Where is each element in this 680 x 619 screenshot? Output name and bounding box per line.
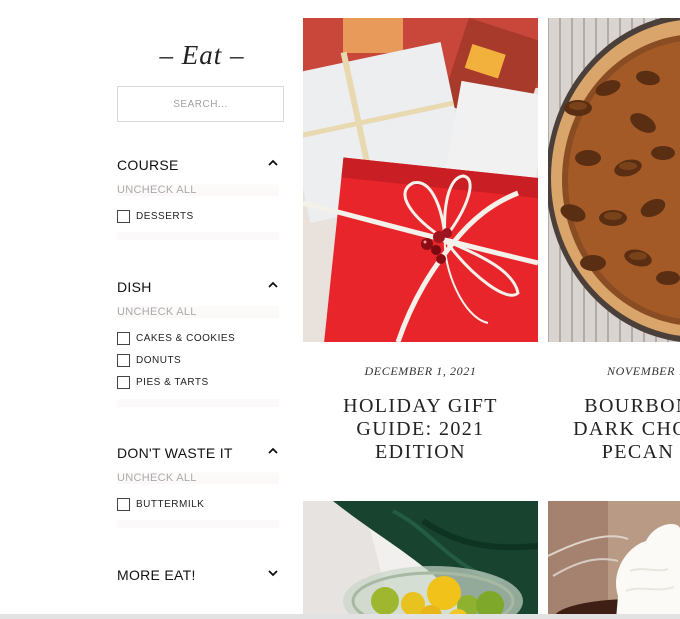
ice-cream-photo: [548, 501, 680, 619]
checkbox[interactable]: [117, 210, 130, 223]
post-title-link[interactable]: HOLIDAY GIFT GUIDE: 2021 EDITION: [318, 395, 523, 464]
post-date: NOVEMBER 1: [607, 364, 680, 378]
checkbox[interactable]: [117, 498, 130, 511]
filter-option-pies-tarts[interactable]: PIES & TARTS: [117, 376, 277, 390]
checkbox[interactable]: [117, 354, 130, 367]
filter-option-label: PIES & TARTS: [136, 377, 209, 388]
filter-option-label: DONUTS: [136, 355, 182, 366]
divider: [117, 520, 279, 528]
filter-option-buttermilk[interactable]: BUTTERMILK: [117, 498, 277, 512]
filter-option-donuts[interactable]: DONUTS: [117, 354, 277, 368]
filter-group-title[interactable]: DON'T WASTE IT: [117, 445, 233, 461]
checkbox[interactable]: [117, 376, 130, 389]
post-image-ice-cream[interactable]: [548, 501, 680, 619]
filter-option-label: BUTTERMILK: [136, 499, 205, 510]
pie-photo: [548, 18, 680, 342]
horizontal-scrollbar[interactable]: [0, 614, 680, 619]
filter-group-title[interactable]: COURSE: [117, 157, 179, 173]
filter-option-label: DESSERTS: [136, 211, 194, 222]
chevron-down-icon[interactable]: [267, 567, 279, 579]
uncheck-all-link[interactable]: UNCHECK ALL: [117, 306, 279, 318]
uncheck-all-link[interactable]: UNCHECK ALL: [117, 472, 279, 484]
chevron-up-icon[interactable]: [267, 279, 279, 291]
filter-group-title[interactable]: DISH: [117, 279, 152, 295]
post-image-lemons[interactable]: [303, 501, 538, 619]
post-image-gift-guide[interactable]: [303, 18, 538, 342]
filter-option-desserts[interactable]: DESSERTS: [117, 210, 277, 224]
chevron-up-icon[interactable]: [267, 445, 279, 457]
uncheck-all-link[interactable]: UNCHECK ALL: [117, 184, 279, 196]
checkbox[interactable]: [117, 332, 130, 345]
search-input[interactable]: [117, 86, 284, 122]
chevron-up-icon[interactable]: [267, 157, 279, 169]
post-title-link[interactable]: BOURBON DARK CHOC PECAN: [558, 395, 680, 464]
post-image-bourbon-pecan[interactable]: [548, 18, 680, 342]
citrus-photo: [303, 501, 538, 619]
gift-photo: [303, 18, 538, 342]
filter-option-label: CAKES & COOKIES: [136, 333, 236, 344]
filter-option-cakes-cookies[interactable]: CAKES & COOKIES: [117, 332, 277, 346]
divider: [117, 399, 279, 407]
sidebar-heading: – Eat –: [159, 40, 245, 70]
post-date: DECEMBER 1, 2021: [364, 364, 477, 378]
divider: [117, 232, 279, 240]
filter-group-title[interactable]: MORE EAT!: [117, 567, 196, 583]
